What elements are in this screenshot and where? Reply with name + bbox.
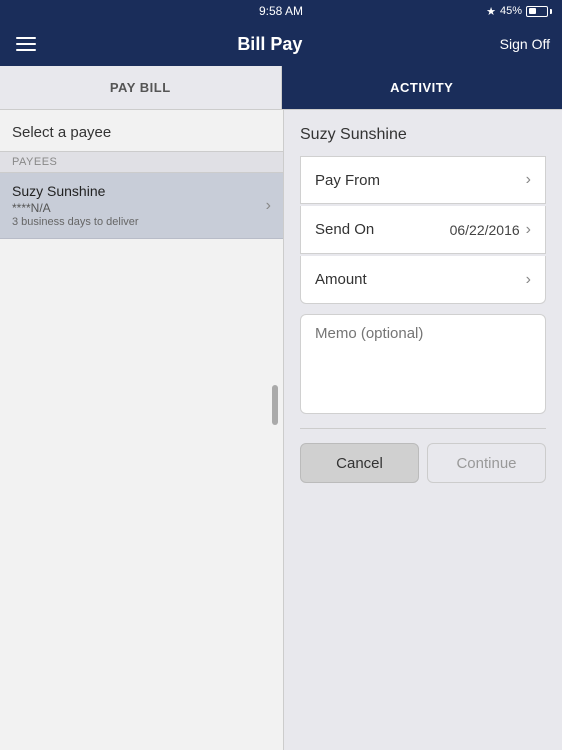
continue-button[interactable]: Continue (427, 443, 546, 483)
tab-pay-bill[interactable]: PAY BILL (0, 66, 282, 109)
amount-chevron-icon: › (526, 271, 531, 289)
select-payee-label: Select a payee (0, 110, 283, 151)
divider (300, 428, 546, 429)
send-on-label: Send On (315, 221, 374, 238)
send-on-chevron-icon: › (526, 221, 531, 239)
payees-section-header: PAYEES (0, 151, 283, 173)
main-layout: Select a payee PAYEES Suzy Sunshine ****… (0, 110, 562, 750)
left-panel: Select a payee PAYEES Suzy Sunshine ****… (0, 110, 284, 750)
selected-payee-title: Suzy Sunshine (300, 126, 546, 144)
scroll-indicator (272, 385, 278, 425)
payee-name: Suzy Sunshine (12, 183, 139, 199)
amount-label: Amount (315, 271, 367, 288)
pay-from-chevron-icon: › (526, 171, 531, 189)
payee-item[interactable]: Suzy Sunshine ****N/A 3 business days to… (0, 173, 283, 239)
send-on-row[interactable]: Send On 06/22/2016 › (300, 206, 546, 254)
tab-activity[interactable]: ACTIVITY (282, 66, 562, 109)
status-bar-right: ★ 45% (492, 5, 552, 18)
chevron-right-icon: › (266, 197, 271, 215)
bluetooth-icon: ★ (486, 5, 496, 18)
status-bar-time: 9:58 AM (70, 4, 492, 18)
cancel-button[interactable]: Cancel (300, 443, 419, 483)
amount-row[interactable]: Amount › (300, 256, 546, 304)
payee-account: ****N/A (12, 201, 139, 215)
payee-delivery: 3 business days to deliver (12, 216, 139, 228)
pay-from-label: Pay From (315, 172, 380, 189)
nav-bar-title: Bill Pay (40, 34, 500, 55)
status-bar: 9:58 AM ★ 45% (0, 0, 562, 22)
pay-from-row[interactable]: Pay From › (300, 156, 546, 204)
payee-info: Suzy Sunshine ****N/A 3 business days to… (12, 183, 139, 228)
menu-icon[interactable] (12, 33, 40, 55)
nav-bar: Bill Pay Sign Off (0, 22, 562, 66)
right-panel: Suzy Sunshine Pay From › Send On 06/22/2… (284, 110, 562, 750)
battery-icon (526, 6, 552, 17)
action-buttons: Cancel Continue (300, 443, 546, 483)
signal-strength: 45% (500, 5, 522, 17)
memo-field[interactable] (300, 314, 546, 414)
sign-off-button[interactable]: Sign Off (500, 36, 550, 52)
send-on-value: 06/22/2016 › (450, 221, 531, 239)
tab-bar: PAY BILL ACTIVITY (0, 66, 562, 110)
